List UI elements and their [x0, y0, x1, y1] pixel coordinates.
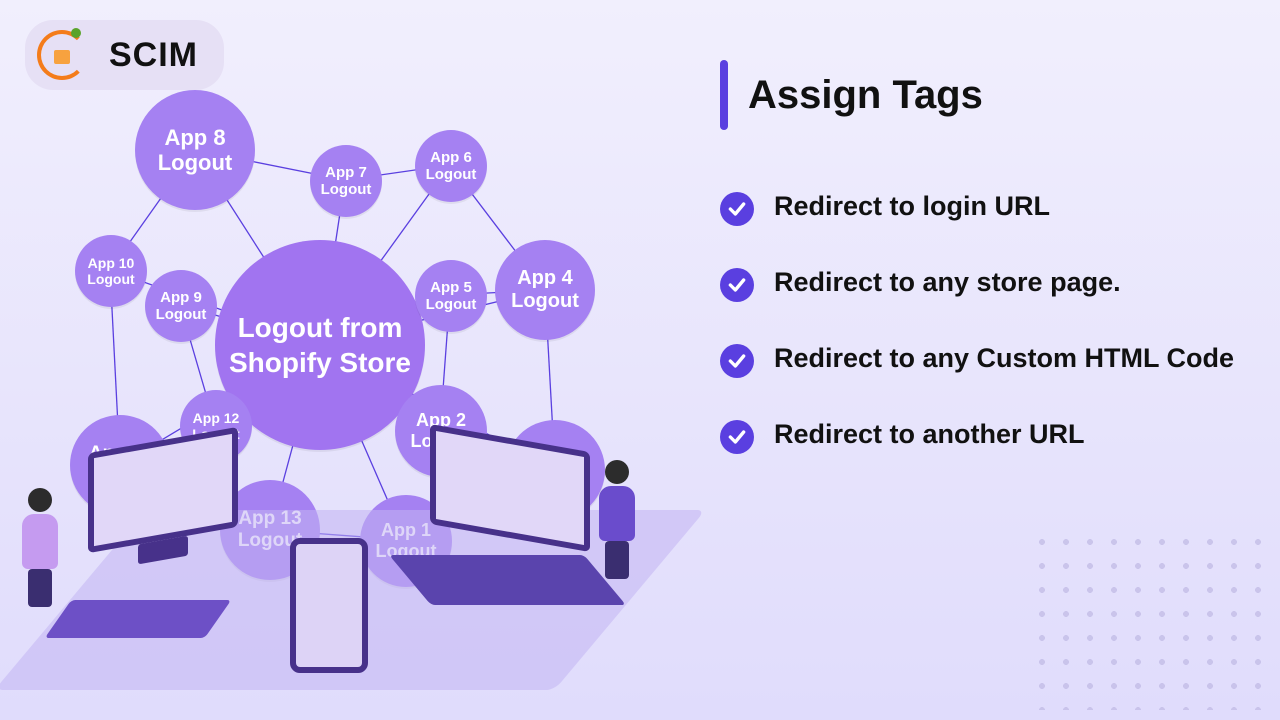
- heading-accent-bar: [720, 60, 728, 130]
- feature-item: Redirect to any store page.: [720, 266, 1250, 302]
- keyboard-icon: [45, 600, 232, 638]
- feature-text: Redirect to another URL: [774, 418, 1085, 452]
- feature-item: Redirect to another URL: [720, 418, 1250, 454]
- check-icon: [720, 420, 754, 454]
- feature-text: Redirect to any store page.: [774, 266, 1121, 300]
- dot-grid-decoration: [1030, 530, 1270, 710]
- diagram-node-app4: App 4 Logout: [495, 240, 595, 340]
- feature-item: Redirect to any Custom HTML Code: [720, 342, 1250, 378]
- feature-item: Redirect to login URL: [720, 190, 1250, 226]
- diagram-node-app10: App 10 Logout: [75, 235, 147, 307]
- devices-scene: [0, 450, 700, 720]
- logo-text: SCIM: [109, 36, 198, 75]
- feature-text: Redirect to login URL: [774, 190, 1050, 224]
- diagram-node-app6: App 6 Logout: [415, 130, 487, 202]
- diagram-node-app7: App 7 Logout: [310, 145, 382, 217]
- feature-text: Redirect to any Custom HTML Code: [774, 342, 1234, 376]
- check-icon: [720, 268, 754, 302]
- heading: Assign Tags: [720, 60, 1250, 130]
- logo-icon: [37, 30, 87, 80]
- heading-text: Assign Tags: [748, 73, 983, 118]
- right-column: Assign Tags Redirect to login URL Redire…: [720, 60, 1250, 494]
- person-left-icon: [15, 488, 65, 608]
- person-right-icon: [592, 460, 642, 580]
- diagram-node-app5: App 5 Logout: [415, 260, 487, 332]
- diagram-node-app9: App 9 Logout: [145, 270, 217, 342]
- check-icon: [720, 344, 754, 378]
- check-icon: [720, 192, 754, 226]
- laptop-base-icon: [389, 555, 626, 605]
- diagram-node-app8: App 8 Logout: [135, 90, 255, 210]
- smartphone-icon: [290, 538, 368, 673]
